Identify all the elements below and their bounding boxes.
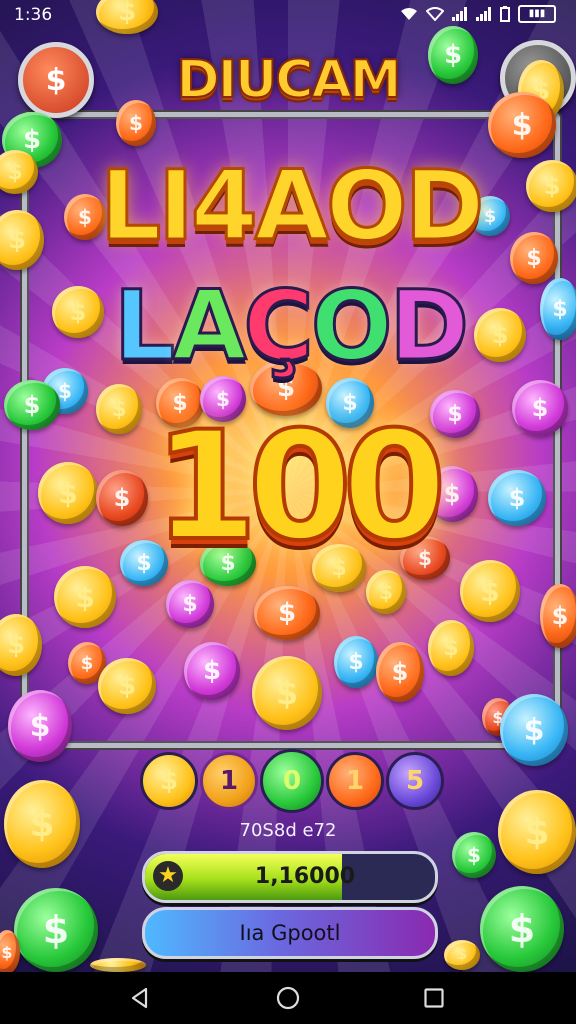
brand-logo: DIUCAM: [176, 49, 403, 111]
coin-icon: $: [4, 380, 60, 430]
coin-icon: $: [498, 790, 576, 874]
title-line-2: LAÇOD: [100, 269, 480, 384]
coin-icon: $: [166, 580, 214, 628]
coin-icon: $: [116, 100, 156, 146]
coin-chip[interactable]: 1: [200, 752, 258, 810]
coin-icon: $: [474, 308, 526, 362]
stats-label: 70S8d e72: [239, 820, 337, 841]
coin-icon: $: [8, 690, 72, 762]
coin-selector-row: $ 1 0 1 5: [140, 749, 444, 813]
coin-icon: $: [376, 642, 424, 702]
wifi-icon: [426, 7, 444, 21]
coin-icon: $: [98, 658, 156, 714]
coin-icon: $: [334, 636, 378, 688]
coin-icon: $: [540, 584, 576, 648]
chip-label: 1: [219, 766, 239, 796]
title-letter: A: [171, 269, 248, 384]
coin-icon: $: [252, 656, 322, 730]
recents-icon[interactable]: [424, 988, 444, 1008]
coin-icon: $: [254, 586, 320, 640]
status-time: 1:36: [14, 5, 53, 25]
coin-icon: $: [452, 832, 496, 878]
chip-label: $: [159, 766, 179, 796]
star-icon: ★: [153, 861, 183, 891]
status-bar: 1:36 ▮▮▮: [0, 0, 576, 30]
coin-icon: $: [460, 560, 520, 622]
dollar-icon: $: [45, 62, 67, 98]
coin-icon: $: [512, 380, 568, 436]
chip-label: 0: [282, 766, 302, 796]
coin-shop-button[interactable]: $: [18, 42, 94, 118]
jackpot-amount: 100: [151, 398, 448, 576]
title-letter: O: [309, 269, 394, 384]
title-letter: D: [388, 269, 471, 384]
coin-chip[interactable]: $: [140, 752, 198, 810]
balance-value: 1,16000: [254, 864, 356, 889]
coin-icon: $: [500, 694, 568, 766]
back-icon[interactable]: [128, 986, 152, 1010]
chip-label: 5: [405, 766, 425, 796]
battery-icon: ▮▮▮: [518, 5, 556, 23]
coin-chip[interactable]: 0: [260, 749, 324, 813]
coin-icon: $: [444, 940, 480, 970]
balance-progress-bar: ★ 1,16000: [142, 851, 438, 903]
signal-icon: [452, 7, 467, 21]
coin-icon: $: [488, 92, 556, 158]
coin-icon: $: [4, 780, 80, 868]
title-letter: Ç: [242, 269, 315, 384]
coin-icon: $: [510, 232, 558, 284]
coin-icon: $: [54, 566, 116, 628]
status-icons: ▮▮▮: [400, 5, 556, 23]
battery-small-icon: [500, 6, 510, 22]
title-line-1: LI4AOD: [99, 149, 486, 264]
coin-chip[interactable]: 1: [326, 752, 384, 810]
coin-icon: $: [540, 278, 576, 340]
coin-icon: $: [38, 462, 98, 524]
coin-icon: $: [52, 286, 104, 338]
coin-icon: $: [480, 886, 564, 972]
coin-icon: $: [488, 470, 546, 526]
coin-icon: $: [184, 642, 240, 700]
title-letter: L: [112, 269, 176, 384]
coin-icon: $: [526, 160, 576, 212]
signal-icon: [476, 7, 491, 21]
coin-icon: $: [366, 570, 406, 614]
coin-icon: $: [428, 26, 478, 84]
chip-label: 1: [345, 766, 365, 796]
coin-icon: $: [428, 620, 474, 676]
navigation-bar: [0, 972, 576, 1024]
wifi-icon: [401, 8, 417, 20]
coin-icon: $: [14, 888, 98, 972]
coin-icon: [90, 958, 146, 972]
coin-chip[interactable]: 5: [386, 752, 444, 810]
action-button[interactable]: Iıa Gpootl: [142, 907, 438, 959]
home-icon[interactable]: [276, 986, 300, 1010]
